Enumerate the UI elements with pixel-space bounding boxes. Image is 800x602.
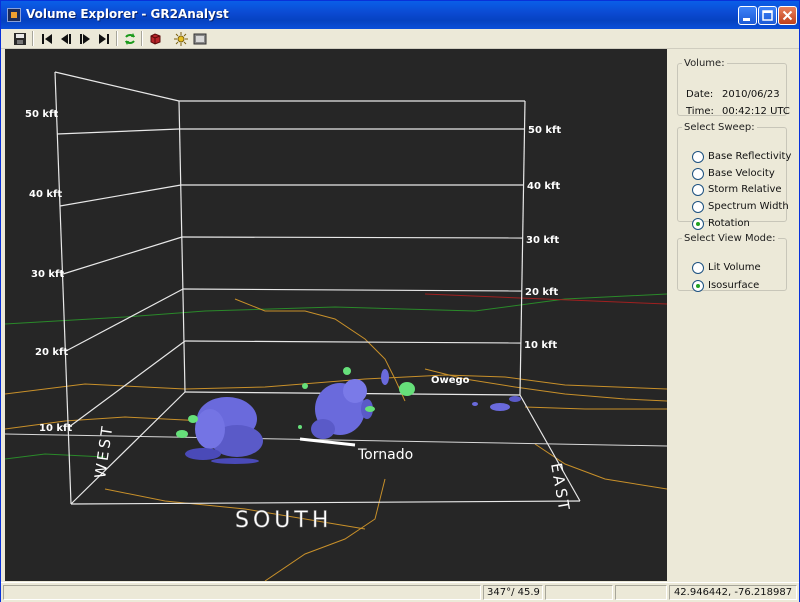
radio-button-selected[interactable] <box>692 218 704 230</box>
right-axis-label: 40 kft <box>527 181 560 192</box>
date-label: Date: <box>686 89 714 100</box>
app-icon <box>7 8 21 22</box>
status-panel-empty <box>545 585 613 600</box>
right-axis-label: 50 kft <box>528 125 561 136</box>
left-axis-label: 10 kft <box>39 423 72 434</box>
next-frame-icon <box>79 33 90 44</box>
minimize-icon <box>743 18 750 21</box>
title-bar[interactable]: Volume Explorer - GR2Analyst <box>1 1 799 29</box>
right-axis-label: 10 kft <box>524 340 557 351</box>
side-panel: Volume: Date: 2010/06/23 Time: 00:42:12 … <box>669 49 799 581</box>
volume-explorer-window: Volume Explorer - GR2Analyst 50 kft 40 k… <box>0 0 800 602</box>
tornado-label: Tornado <box>357 447 413 463</box>
left-axis-label: 50 kft <box>25 109 58 120</box>
south-direction-label: SOUTH <box>235 508 332 533</box>
right-altitude-axis: 50 kft 40 kft 30 kft 20 kft 10 kft <box>524 125 561 351</box>
first-frame-button[interactable] <box>38 30 55 47</box>
minimize-button[interactable] <box>738 6 757 25</box>
sweep-option-label: Storm Relative <box>708 184 782 195</box>
first-frame-icon <box>41 33 52 44</box>
radio-button[interactable] <box>692 262 704 274</box>
town-label: Owego <box>431 375 470 386</box>
display-settings-button[interactable] <box>191 30 208 47</box>
select-sweep-group: Select Sweep: Base Reflectivity Base Vel… <box>677 122 791 230</box>
close-button[interactable] <box>778 6 797 25</box>
isosurface-blobs <box>185 369 521 464</box>
radio-button-selected[interactable] <box>692 280 704 292</box>
sweep-option-label: Base Reflectivity <box>708 151 792 162</box>
window-title: Volume Explorer - GR2Analyst <box>26 7 229 21</box>
radio-button[interactable] <box>692 201 704 213</box>
time-value: 00:42:12 UTC <box>722 106 790 117</box>
status-bar: 347°/ 45.9 nm 42.946442, -76.218987 <box>1 582 799 602</box>
previous-frame-icon <box>60 33 71 44</box>
sweep-option-label: Rotation <box>708 218 750 229</box>
left-axis-label: 30 kft <box>31 269 64 280</box>
west-direction-label: WEST <box>91 423 116 480</box>
view-mode-option-label: Isosurface <box>708 280 760 291</box>
save-icon <box>13 32 26 45</box>
last-frame-icon <box>98 33 109 44</box>
display-settings-icon <box>193 33 206 44</box>
radio-button[interactable] <box>692 168 704 180</box>
light-settings-icon <box>173 31 188 46</box>
radio-button[interactable] <box>692 151 704 163</box>
date-value: 2010/06/23 <box>722 89 780 100</box>
right-axis-label: 20 kft <box>525 287 558 298</box>
export-3d-button[interactable] <box>146 30 163 47</box>
view-mode-option-label: Lit Volume <box>708 262 761 273</box>
radar-volume-scene[interactable]: 50 kft 40 kft 30 kft 20 kft 10 kft 50 kf… <box>5 49 667 581</box>
light-settings-button[interactable] <box>172 30 189 47</box>
sweep-option-label: Base Velocity <box>708 168 775 179</box>
coordinates-readout: 42.946442, -76.218987 <box>669 585 797 600</box>
east-direction-label: EAST <box>547 462 573 515</box>
next-frame-button[interactable] <box>76 30 93 47</box>
maximize-icon <box>762 10 773 21</box>
select-view-mode-legend: Select View Mode: <box>684 233 776 244</box>
volume-legend: Volume: <box>684 58 725 69</box>
radio-button[interactable] <box>692 184 704 196</box>
previous-frame-button[interactable] <box>57 30 74 47</box>
volume-group: Volume: Date: 2010/06/23 Time: 00:42:12 … <box>677 58 790 117</box>
sweep-option-label: Spectrum Width <box>708 201 789 212</box>
refresh-button[interactable] <box>121 30 138 47</box>
left-axis-label: 20 kft <box>35 347 68 358</box>
status-panel-empty <box>615 585 667 600</box>
status-panel-main <box>3 585 481 600</box>
toolbar <box>1 29 799 49</box>
left-axis-label: 40 kft <box>29 189 62 200</box>
select-sweep-legend: Select Sweep: <box>684 122 755 133</box>
refresh-icon <box>124 32 135 45</box>
time-label: Time: <box>686 106 714 117</box>
last-frame-button[interactable] <box>95 30 112 47</box>
right-axis-label: 30 kft <box>526 235 559 246</box>
save-button[interactable] <box>11 30 28 47</box>
export-3d-icon <box>150 32 160 45</box>
select-view-mode-group: Select View Mode: Lit Volume Isosurface <box>677 233 787 292</box>
left-altitude-axis: 50 kft 40 kft 30 kft 20 kft 10 kft <box>25 109 72 434</box>
maximize-button[interactable] <box>758 6 777 25</box>
close-icon <box>782 10 793 21</box>
bearing-readout: 347°/ 45.9 nm <box>483 585 543 600</box>
volume-3d-view[interactable]: 50 kft 40 kft 30 kft 20 kft 10 kft 50 kf… <box>5 49 667 581</box>
